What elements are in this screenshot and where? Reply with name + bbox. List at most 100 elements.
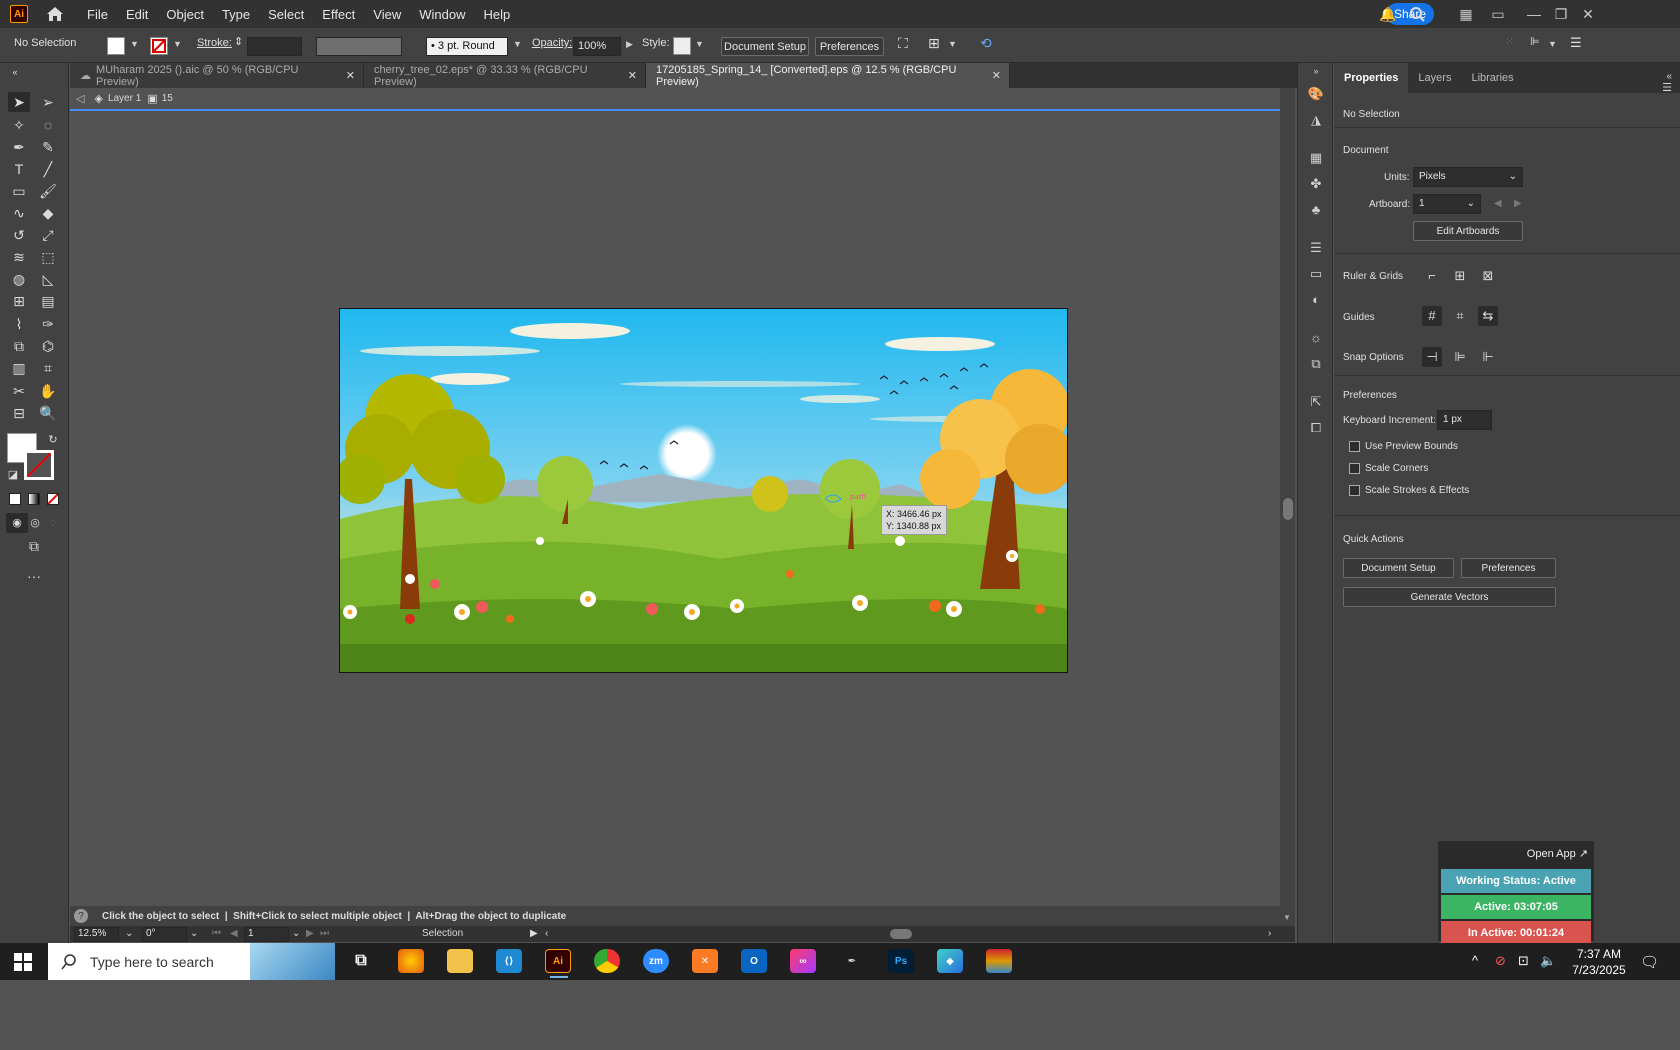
stroke-panel-icon[interactable]: ☰ — [1307, 239, 1325, 257]
group-count[interactable]: 15 — [162, 93, 173, 104]
status-menu-icon[interactable]: ▶ — [530, 928, 538, 939]
horizontal-scroll-thumb[interactable] — [890, 929, 912, 939]
chevron-down-icon[interactable]: ⌄ — [125, 928, 133, 939]
opacity-label[interactable]: Opacity: — [532, 37, 572, 49]
more-tools-icon[interactable]: ··· — [23, 566, 45, 586]
transform-icon[interactable]: ⁙ — [1505, 35, 1514, 48]
network-icon[interactable]: ⊡ — [1518, 953, 1529, 969]
color-panel-icon[interactable]: 🎨 — [1307, 85, 1325, 103]
opacity-field[interactable]: 100% — [573, 37, 621, 56]
hand-tool-icon[interactable]: ✋ — [37, 381, 59, 401]
generate-vectors-button[interactable]: Generate Vectors — [1343, 587, 1556, 607]
open-app-link[interactable]: Open App ↗ — [1527, 847, 1588, 860]
document-setup-button[interactable]: Document Setup — [1343, 558, 1454, 578]
preferences-button[interactable]: Preferences — [815, 37, 884, 56]
scroll-down-icon[interactable]: ▼ — [1283, 913, 1291, 922]
units-select[interactable]: Pixels ⌄ — [1413, 167, 1523, 187]
mesh-tool-icon[interactable]: ⊞ — [8, 291, 30, 311]
artboard-select[interactable]: 1 ⌄ — [1413, 194, 1481, 214]
export-icon[interactable]: ⇱ — [1307, 393, 1325, 411]
snap-to-grid-icon[interactable]: ⊫ — [1450, 347, 1470, 367]
arrange-documents-icon[interactable]: ▦ — [1458, 6, 1474, 22]
shape-builder-tool-icon[interactable]: ◍ — [8, 269, 30, 289]
recolor-icon[interactable]: ⟲ — [980, 35, 992, 52]
lock-guides-icon[interactable]: ⌗ — [1450, 306, 1470, 326]
graphic-styles-icon[interactable]: ⧉ — [1307, 355, 1325, 373]
zoom-tool-icon[interactable]: 🔍 — [37, 403, 59, 423]
stroke-color-icon[interactable] — [24, 450, 54, 480]
taskbar-search-box[interactable]: Type here to search — [48, 943, 335, 980]
chevron-down-icon[interactable]: ▼ — [513, 39, 522, 49]
next-artboard-icon[interactable]: ▶ — [306, 928, 314, 939]
gradient-mode-icon[interactable] — [28, 493, 40, 505]
chevron-down-icon[interactable]: ⌄ — [292, 928, 300, 939]
align-panel-icon[interactable]: ⊫ — [1530, 35, 1540, 48]
symbol-sprayer-tool-icon[interactable]: ⌬ — [37, 336, 59, 356]
menu-edit[interactable]: Edit — [117, 7, 157, 22]
paintbrush-tool-icon[interactable]: 🖌 — [37, 181, 59, 201]
menu-select[interactable]: Select — [259, 7, 313, 22]
close-tab-icon[interactable]: ✕ — [992, 69, 1001, 82]
selection-tool-icon[interactable]: ➤ — [8, 92, 30, 112]
illustrator-icon[interactable]: Ai — [545, 949, 571, 978]
minimize-icon[interactable]: — — [1526, 6, 1542, 22]
transparency-icon[interactable]: ◐ — [1307, 291, 1325, 309]
free-transform-tool-icon[interactable]: ⬚ — [37, 247, 59, 267]
artboards-panel-icon[interactable]: ⧠ — [1307, 419, 1325, 437]
draw-inside-icon[interactable]: ◌ — [42, 513, 64, 533]
firefox-icon[interactable] — [398, 949, 424, 973]
bell-icon[interactable]: 🔔 — [1379, 6, 1396, 22]
workspace-icon[interactable]: ▭ — [1490, 6, 1506, 22]
rotate-tool-icon[interactable]: ↺ — [8, 225, 30, 245]
collapse-icon[interactable]: « — [4, 62, 26, 82]
prev-artboard-icon[interactable]: ◀ — [230, 928, 238, 939]
home-icon[interactable] — [46, 6, 64, 22]
swatches-icon[interactable]: ▦ — [1307, 149, 1325, 167]
color-guide-icon[interactable]: ◮ — [1307, 111, 1325, 129]
scale-corners-checkbox[interactable] — [1349, 463, 1360, 474]
chevron-down-icon[interactable]: ▼ — [948, 39, 957, 49]
snap-to-point-icon[interactable]: ⊣ — [1422, 347, 1442, 367]
chrome-icon[interactable] — [594, 949, 620, 973]
artboard-spring-landscape[interactable]: path — [339, 308, 1068, 673]
scroll-right-icon[interactable]: › — [1268, 928, 1271, 939]
line-tool-icon[interactable]: ╱ — [37, 159, 59, 179]
menu-object[interactable]: Object — [157, 7, 213, 22]
default-colors-icon[interactable]: ◪ — [2, 465, 24, 485]
close-icon[interactable]: ✕ — [1580, 6, 1596, 22]
scale-tool-icon[interactable]: ⤢ — [37, 225, 59, 245]
layer-name[interactable]: Layer 1 — [108, 93, 141, 104]
fill-swatch[interactable] — [107, 37, 125, 55]
type-tool-icon[interactable]: T — [8, 159, 30, 179]
close-tab-icon[interactable]: ✕ — [628, 69, 637, 82]
rectangle-tool-icon[interactable]: ▭ — [8, 181, 30, 201]
artboard-number-field[interactable]: 1 — [244, 927, 289, 942]
app-icon[interactable]: ◆ — [937, 949, 963, 973]
pen-tool-icon[interactable]: ✒ — [839, 949, 865, 973]
task-view-icon[interactable]: ⧉ — [348, 949, 374, 973]
file-explorer-icon[interactable] — [447, 949, 473, 973]
restore-icon[interactable]: ❐ — [1553, 6, 1569, 22]
search-icon[interactable] — [1409, 6, 1425, 22]
tray-overflow-icon[interactable]: ^ — [1472, 953, 1478, 968]
none-mode-icon[interactable] — [47, 493, 59, 505]
menu-effect[interactable]: Effect — [313, 7, 364, 22]
gradient-tool-icon[interactable]: ▤ — [37, 291, 59, 311]
volume-icon[interactable]: 🔈 — [1540, 953, 1556, 969]
grid-icon[interactable]: ⊞ — [1450, 266, 1470, 286]
chevron-down-icon[interactable]: ▼ — [1548, 39, 1557, 49]
menu-type[interactable]: Type — [213, 7, 259, 22]
tab-properties[interactable]: Properties — [1334, 63, 1409, 93]
vscode-icon[interactable]: ⟨⟩ — [496, 949, 522, 973]
shaper-tool-icon[interactable]: ∿ — [8, 203, 30, 223]
back-arrow-icon[interactable]: ◁ — [76, 92, 84, 105]
photoshop-icon[interactable]: Ps — [888, 949, 914, 973]
tab-cherry-tree[interactable]: cherry_tree_02.eps* @ 33.33 % (RGB/CPU P… — [364, 63, 646, 88]
notifications-icon[interactable]: 🗨 — [1640, 953, 1659, 971]
outlook-icon[interactable]: O — [741, 949, 767, 973]
arrange-icon[interactable]: ⛶ — [898, 35, 908, 52]
brush-definition[interactable]: • 3 pt. Round — [426, 37, 508, 56]
rulers-icon[interactable]: ⌐ — [1422, 266, 1442, 286]
eyedropper-tool-icon[interactable]: ⌇ — [8, 314, 30, 334]
zoom-icon[interactable]: zm — [643, 949, 669, 973]
